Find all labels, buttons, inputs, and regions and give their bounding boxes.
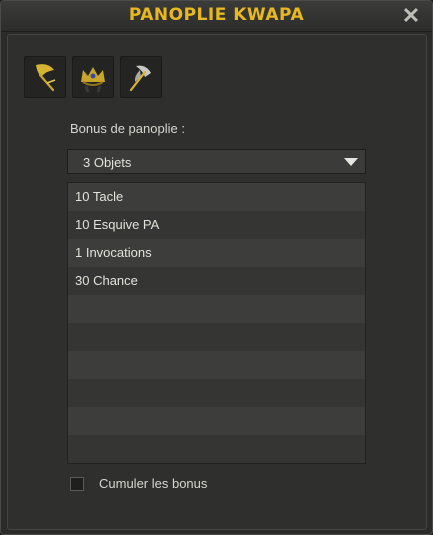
list-item-text: 1 Invocations: [75, 245, 152, 260]
list-item: [68, 435, 365, 463]
list-item: [68, 323, 365, 351]
list-item: [68, 351, 365, 379]
list-item-text: 10 Tacle: [75, 189, 124, 204]
golden-crown-icon[interactable]: [72, 56, 114, 98]
list-item: 30 Chance: [68, 267, 365, 295]
chevron-down-icon: [344, 158, 358, 166]
golden-axe-icon[interactable]: [24, 56, 66, 98]
list-item-text: 30 Chance: [75, 273, 138, 288]
list-item: 1 Invocations: [68, 239, 365, 267]
list-item: [68, 295, 365, 323]
dropdown-value: 3 Objets: [83, 155, 132, 170]
cumulate-bonus-label[interactable]: Cumuler les bonus: [99, 476, 207, 491]
silver-axe-icon[interactable]: [120, 56, 162, 98]
window-title: PANOPLIE KWAPA: [128, 5, 305, 25]
title-bar: PANOPLIE KWAPA ✕: [1, 1, 432, 32]
list-item: 10 Esquive PA: [68, 211, 365, 239]
list-item: 10 Tacle: [68, 183, 365, 211]
bonus-list: 10 Tacle 10 Esquive PA 1 Invocations 30 …: [67, 182, 366, 464]
close-icon[interactable]: ✕: [400, 5, 422, 27]
set-window: PANOPLIE KWAPA ✕ Bonus de panoplie: 3 O…: [0, 0, 433, 535]
list-item: [68, 379, 365, 407]
bonus-count-dropdown[interactable]: 3 Objets: [67, 149, 366, 174]
list-item: [68, 407, 365, 435]
list-item-text: 10 Esquive PA: [75, 217, 160, 232]
bonus-label: Bonus de panoplie :: [70, 121, 185, 136]
set-panel: Bonus de panoplie : 3 Objets 10 Tacle 10…: [7, 34, 427, 530]
cumulate-bonus-checkbox[interactable]: [70, 477, 84, 491]
